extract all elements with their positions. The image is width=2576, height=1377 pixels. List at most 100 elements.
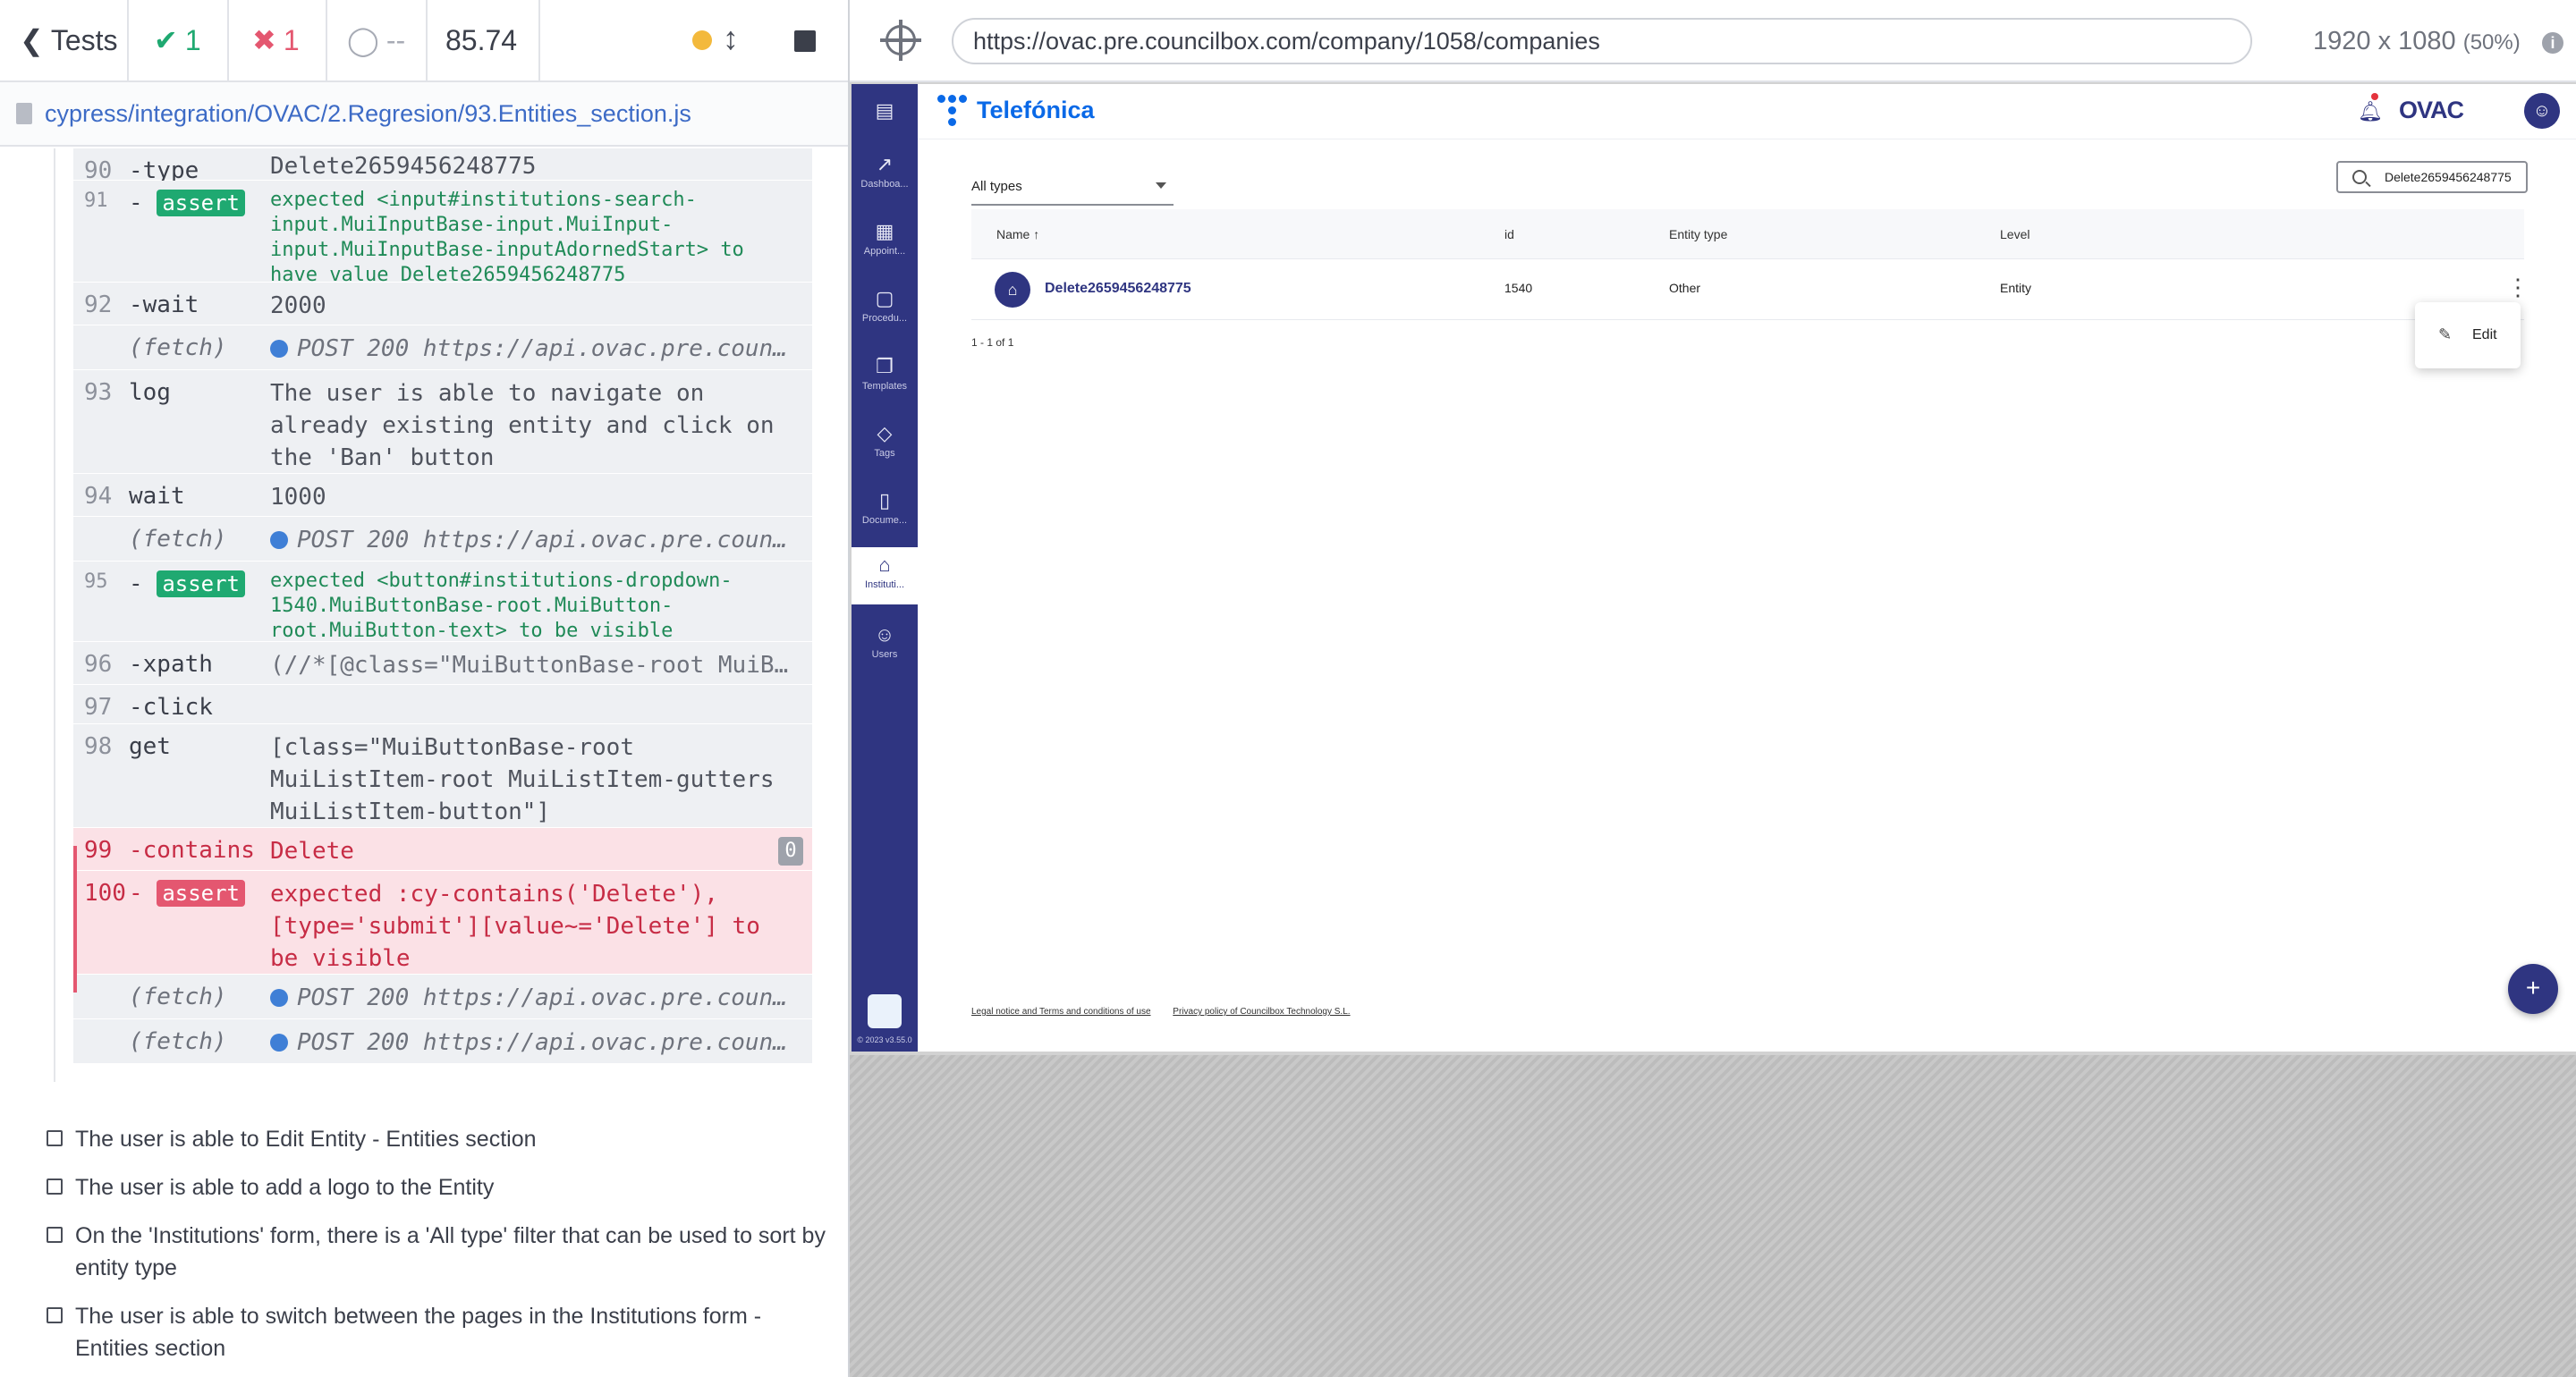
failed-command-row[interactable]: 99 -contains Delete 0 [73,828,812,871]
institutions-table: Name ↑ id Entity type Level ⌂ Delete2659… [971,209,2529,320]
pagination-label: 1 - 1 of 1 [971,336,1014,349]
viewport-size: 1920 x 1080 (50%) [2313,27,2521,55]
command-row[interactable]: 96 -xpath (//*[@class="MuiButtonBase-roo… [73,642,812,685]
brand-name: Telefónica [977,97,1095,123]
command-row[interactable]: 97 -click [73,685,812,724]
url-bar: https://ovac.pre.councilbox.com/company/… [850,0,2576,82]
checkbox-icon [47,1130,63,1146]
checkbox-icon [47,1178,63,1195]
checkbox-icon [47,1227,63,1243]
chevron-left-icon: ❮ [20,24,44,56]
entity-id: 1540 [1504,281,1533,295]
entity-level: Entity [2000,281,2032,295]
search-icon [2352,170,2367,184]
bell-icon[interactable]: 🔔︎ [2358,100,2383,123]
command-row[interactable]: 92 -wait 2000 [73,283,812,325]
assert-badge: assert [157,880,246,907]
sidebar-item-appointments[interactable]: ▦ Appoint... [852,214,918,276]
assert-badge: assert [157,190,246,216]
edit-menu-item[interactable]: Edit [2472,327,2497,343]
check-icon: ✔ [154,24,178,56]
table-row[interactable]: ⌂ Delete2659456248775 1540 Other Entity … [971,259,2529,320]
command-row[interactable]: 95 - assert expected <button#institution… [73,562,812,642]
test-item[interactable]: The user is able to Edit Entity - Entiti… [47,1123,834,1155]
version-label: © 2023 v3.55.0 [857,1035,912,1044]
sidebar-item-documents[interactable]: ▯ Docume... [852,483,918,545]
status-dot-icon [270,340,288,358]
legal-notice-link[interactable]: Legal notice and Terms and conditions of… [971,1007,1151,1017]
fetch-row[interactable]: (fetch) POST 200 https://api.ovac.pre.co… [73,517,812,562]
viewport-background [850,1055,2576,1377]
sidebar-item-home[interactable]: ▤ [852,84,918,139]
command-row[interactable]: 90 -type Delete2659456248775 [73,148,812,184]
runner-header: ❮ Tests ✔ 1 ✖ 1 ◯ -- 85.74 ↕ [0,0,848,82]
running-indicator-icon [692,30,712,50]
status-dot-icon [270,989,288,1007]
footer-links: Legal notice and Terms and conditions of… [971,1007,1370,1017]
add-button[interactable]: + [2508,964,2558,1014]
more-vertical-icon[interactable]: ⋮ [2506,275,2529,299]
file-icon [16,103,32,124]
element-count-badge: 0 [778,837,803,866]
column-entity-type-header: Entity type [1669,227,1728,241]
test-list: The user is able to Edit Entity - Entiti… [47,1123,834,1377]
selector-playground-icon[interactable] [880,20,921,61]
spec-path-link[interactable]: cypress/integration/OVAC/2.Regresion/93.… [45,100,691,128]
row-action-menu: ✎ Edit [2415,302,2521,368]
fetch-row[interactable]: (fetch) POST 200 https://api.ovac.pre.co… [73,325,812,370]
tag-icon: ◇ [877,422,893,444]
councilbox-logo-icon [868,994,902,1028]
info-icon[interactable]: i [2542,32,2563,54]
cross-icon: ✖ [252,24,276,56]
column-name-header[interactable]: Name ↑ [996,227,1039,241]
sidebar-item-institutions[interactable]: ⌂ Instituti... [852,547,918,604]
status-dot-icon [270,1034,288,1052]
sidebar-item-templates[interactable]: ❐ Templates [852,349,918,411]
spinner-icon: ◯ [347,24,379,56]
sidebar-item-tags[interactable]: ◇ Tags [852,416,918,478]
chevron-down-icon [1156,182,1166,189]
institutions-search-input[interactable]: Delete2659456248775 [2336,161,2528,193]
clipboard-icon: ▢ [875,287,894,309]
test-item[interactable]: On the 'Institutions' form, there is a '… [47,1220,834,1284]
fetch-row[interactable]: (fetch) POST 200 https://api.ovac.pre.co… [73,975,812,1019]
status-dot-icon [270,531,288,549]
fetch-row[interactable]: (fetch) POST 200 https://api.ovac.pre.co… [73,1019,812,1064]
telefonica-logo-icon [937,95,973,131]
command-row[interactable]: 93 log The user is able to navigate on a… [73,370,812,474]
column-level-header: Level [2000,227,2030,241]
auto-scroll-toggle-icon[interactable]: ↕ [723,20,739,57]
dashboard-icon: ↗ [876,153,894,175]
templates-icon: ❐ [876,355,894,377]
sidebar-item-dashboard[interactable]: ↗ Dashboa... [852,147,918,209]
entity-type-filter[interactable]: All types [971,168,1174,206]
checkbox-icon [47,1307,63,1323]
command-row[interactable]: 91 - assert expected <input#institutions… [73,181,812,286]
entity-name[interactable]: Delete2659456248775 [1045,281,1191,297]
command-row[interactable]: 94 wait 1000 [73,474,812,517]
sidebar: ▤ ↗ Dashboa... ▦ Appoint... ▢ Procedu... ❐ T… [852,84,918,1052]
sidebar-item-users[interactable]: ☺ Users [852,617,918,680]
entity-type: Other [1669,281,1701,295]
tests-back-button[interactable]: ❮ Tests [0,0,129,80]
table-header: Name ↑ id Entity type Level [971,209,2524,259]
error-indicator-bar [73,846,77,993]
url-field[interactable]: https://ovac.pre.councilbox.com/company/… [952,18,2252,64]
document-icon: ▯ [878,489,891,511]
privacy-policy-link[interactable]: Privacy policy of Councilbox Technology … [1173,1007,1350,1017]
test-item[interactable]: The user is able to add a logo to the En… [47,1171,834,1204]
command-log: 90 -type Delete2659456248775 91 - assert… [73,148,812,1064]
failed-command-row[interactable]: 100 - assert expected :cy-contains('Dele… [73,871,812,975]
passed-count: ✔ 1 [129,0,229,80]
notification-dot [2371,93,2378,100]
pencil-icon: ✎ [2438,325,2453,343]
pending-count: ◯ -- [327,0,428,80]
command-row[interactable]: 98 get [class="MuiButtonBase-root MuiLis… [73,724,812,828]
user-avatar-icon[interactable]: ☺ [2524,93,2560,129]
cypress-runner-panel: ❮ Tests ✔ 1 ✖ 1 ◯ -- 85.74 ↕ cypress/int… [0,0,850,1377]
calendar-icon: ▦ [875,220,894,242]
stop-button[interactable] [794,30,816,52]
sidebar-item-procedures[interactable]: ▢ Procedu... [852,281,918,343]
spec-file-bar: cypress/integration/OVAC/2.Regresion/93.… [0,82,848,147]
test-item[interactable]: The user is able to switch between the p… [47,1300,834,1364]
